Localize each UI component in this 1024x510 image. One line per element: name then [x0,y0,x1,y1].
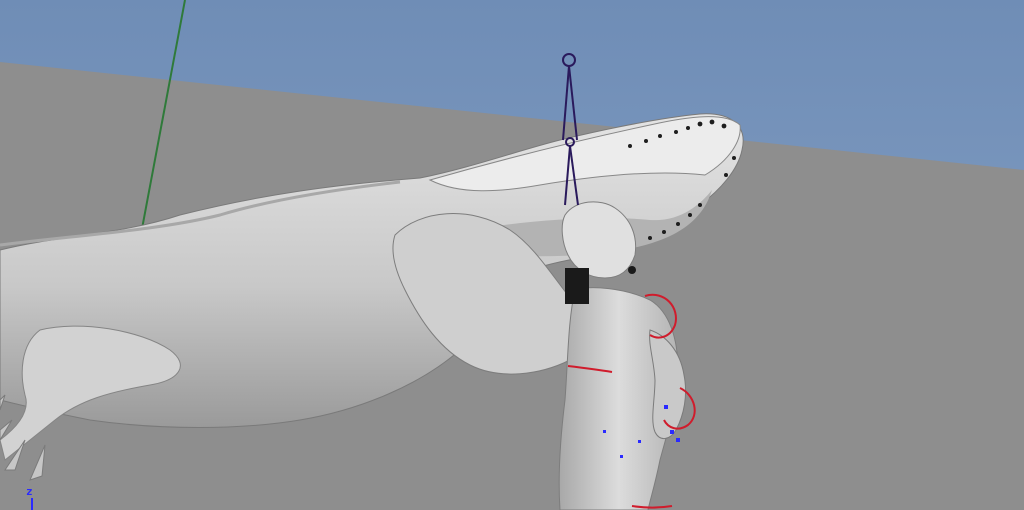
figure-fist-detail [628,266,636,274]
3d-viewport[interactable]: z [0,0,1024,510]
figure-hand-shadow [565,268,589,304]
viewport-canvas[interactable] [0,0,1024,510]
axis-indicator-label: z [26,485,33,498]
